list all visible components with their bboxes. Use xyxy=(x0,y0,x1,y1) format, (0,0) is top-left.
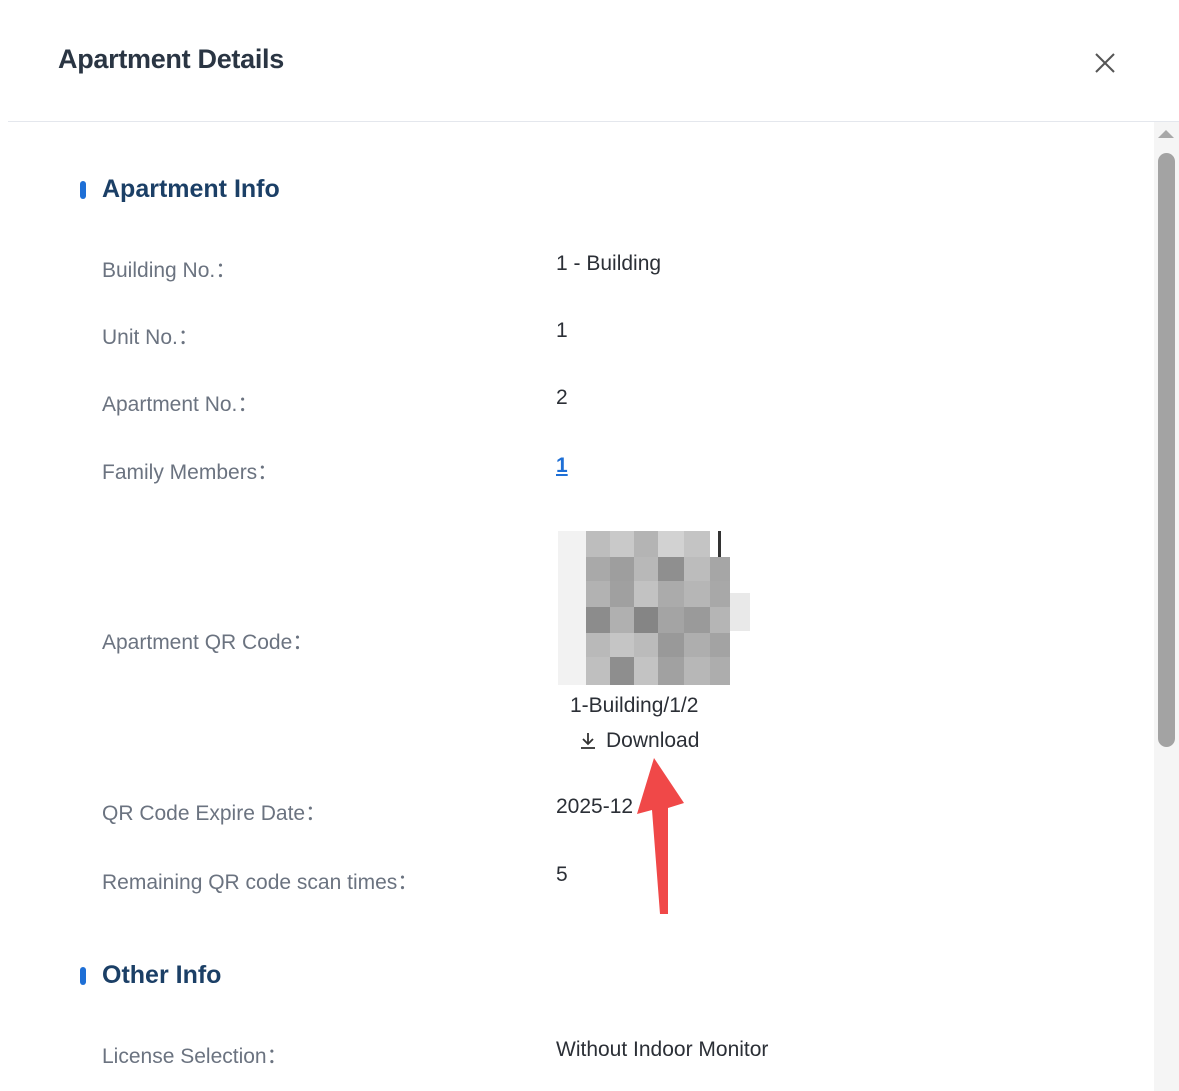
scrollbar-thumb[interactable] xyxy=(1158,153,1175,747)
remaining-scan-times-label: Remaining QR code scan times： xyxy=(102,871,419,894)
apartment-qr-code-label: Apartment QR Code： xyxy=(102,631,314,654)
qr-code-image xyxy=(558,531,750,685)
apartment-no-label: Apartment No.： xyxy=(102,393,259,416)
unit-no-value: 1 xyxy=(556,319,568,342)
scroll-up-arrow-icon[interactable] xyxy=(1158,130,1174,138)
qr-code-caption: 1-Building/1/2 xyxy=(570,694,699,717)
license-selection-label: License Selection： xyxy=(102,1045,288,1068)
dialog-title: Apartment Details xyxy=(58,44,284,74)
family-members-link[interactable]: 1 xyxy=(556,454,568,477)
building-no-value: 1 - Building xyxy=(556,252,662,275)
apartment-no-value: 2 xyxy=(556,386,568,409)
building-no-label: Building No.： xyxy=(102,259,237,282)
download-label: Download xyxy=(606,729,700,752)
dialog-header: Apartment Details xyxy=(0,0,1179,121)
family-members-label: Family Members： xyxy=(102,461,279,484)
license-selection-value: Without Indoor Monitor xyxy=(556,1038,769,1061)
section-marker xyxy=(80,967,86,985)
remaining-scan-times-value: 5 xyxy=(556,863,568,886)
section-title-other-info: Other Info xyxy=(102,961,222,989)
header-divider xyxy=(8,121,1179,122)
close-icon[interactable] xyxy=(1090,48,1120,78)
unit-no-label: Unit No.： xyxy=(102,326,199,349)
download-icon xyxy=(578,731,598,751)
qr-expire-date-value: 2025-12 xyxy=(556,795,634,818)
section-title-apartment-info: Apartment Info xyxy=(102,175,280,203)
qr-expire-date-label: QR Code Expire Date： xyxy=(102,802,327,825)
download-button[interactable]: Download xyxy=(578,729,699,753)
section-marker xyxy=(80,181,86,199)
